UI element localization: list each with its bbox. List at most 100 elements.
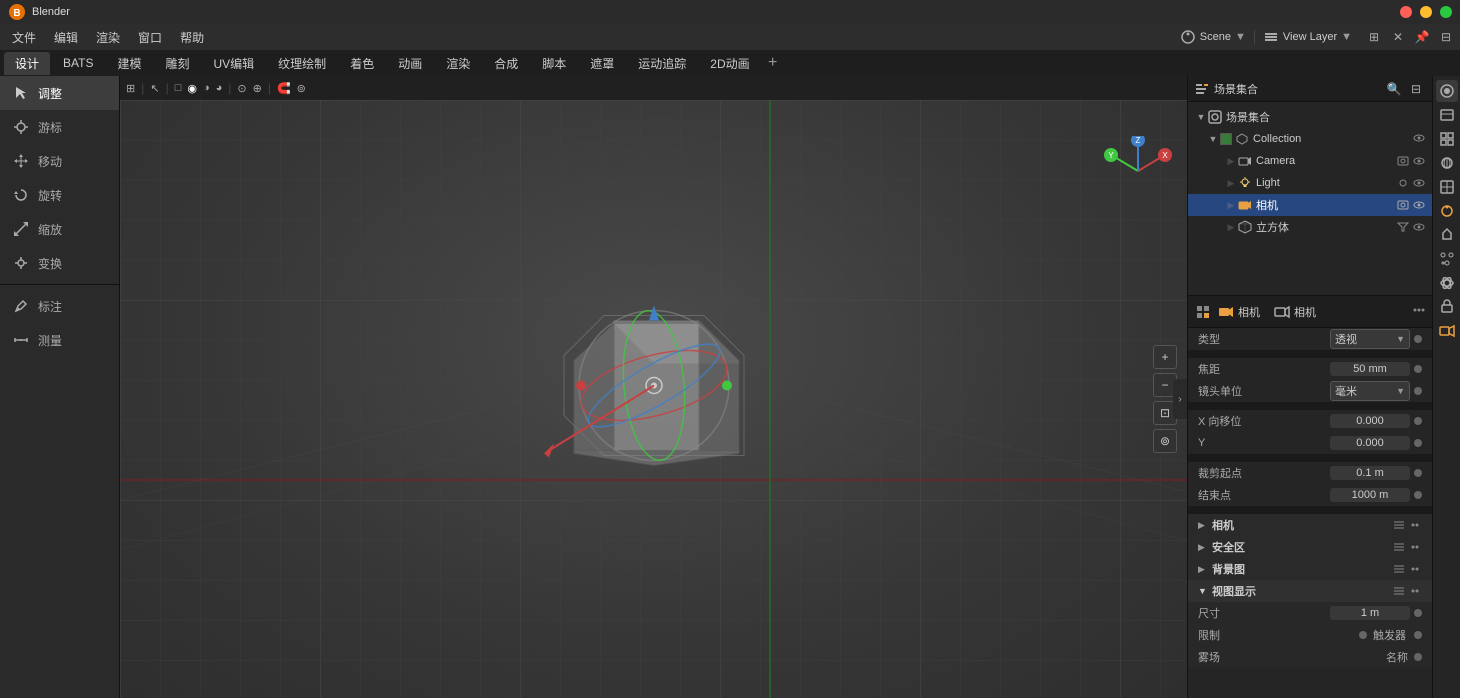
tab-design[interactable]: 设计	[4, 52, 50, 75]
zoom-in-btn[interactable]: +	[1153, 345, 1177, 369]
vp-mode-select[interactable]: ↖	[150, 82, 159, 95]
tree-item-camera[interactable]: ▶ Camera	[1188, 150, 1432, 172]
props-scene-icon[interactable]	[1194, 303, 1212, 321]
tree-item-camera2[interactable]: ▶ 相机	[1188, 194, 1432, 216]
tree-expand-camera2[interactable]: ▶	[1224, 198, 1238, 212]
props-modifier-icon-btn[interactable]	[1436, 224, 1458, 246]
tree-expand-camera[interactable]: ▶	[1224, 154, 1238, 168]
tool-move[interactable]: 移动	[0, 144, 119, 178]
props-particles-icon-btn[interactable]	[1436, 248, 1458, 270]
outliner-area-icon	[1194, 81, 1210, 97]
prop-row-clipend: 结束点 1000 m	[1188, 484, 1432, 506]
tree-item-cube[interactable]: ▶ 立方体	[1188, 216, 1432, 238]
vp-shading-solid[interactable]: ◉	[187, 82, 197, 95]
tool-cursor[interactable]: 游标	[0, 110, 119, 144]
close-area-icon[interactable]: ✕	[1388, 27, 1408, 47]
tool-transform[interactable]: 变换	[0, 246, 119, 280]
props-physics-icon-btn[interactable]	[1436, 272, 1458, 294]
pin-icon[interactable]: 📌	[1412, 27, 1432, 47]
tree-expand-icon[interactable]: ▼	[1194, 110, 1208, 124]
main-layout: 调整 游标 移动	[0, 76, 1460, 698]
menu-render[interactable]: 渲染	[88, 27, 128, 48]
menu-help[interactable]: 帮助	[172, 27, 212, 48]
tab-modeling[interactable]: 建模	[106, 52, 152, 75]
vp-proportional-btn[interactable]: ⊚	[297, 82, 306, 95]
tool-scale[interactable]: 缩放	[0, 212, 119, 246]
tree-check-collection[interactable]	[1220, 133, 1232, 145]
tool-measure-label: 测量	[38, 332, 62, 349]
clipstart-value[interactable]: 0.1 m	[1330, 466, 1410, 480]
vp-shading-lookdev[interactable]: ◑	[203, 82, 210, 94]
props-scene-icon-btn[interactable]	[1436, 152, 1458, 174]
tree-item-light[interactable]: ▶ Light	[1188, 172, 1432, 194]
section-vpdisplay-header[interactable]: ▼ 视图显示	[1188, 580, 1432, 602]
tab-bats[interactable]: BATS	[52, 53, 104, 73]
menu-window[interactable]: 窗口	[130, 27, 170, 48]
tab-motion[interactable]: 运动追踪	[627, 52, 697, 75]
vp-snap-btn[interactable]: 🧲	[277, 82, 291, 95]
vp-shading-wire[interactable]: □	[175, 82, 182, 94]
tool-measure[interactable]: 测量	[0, 323, 119, 357]
tab-shading[interactable]: 着色	[339, 52, 385, 75]
type-dropdown[interactable]: 透视 ▼	[1330, 329, 1410, 349]
tab-mask[interactable]: 遮罩	[579, 52, 625, 75]
tab-rendering[interactable]: 渲染	[435, 52, 481, 75]
props-world-icon-btn[interactable]	[1436, 176, 1458, 198]
tree-expand-collection[interactable]: ▼	[1206, 132, 1220, 146]
vp-overlay-btn[interactable]: ⊙	[237, 82, 246, 95]
tree-item-collection[interactable]: ▼ Collection	[1188, 128, 1432, 150]
sensor-dropdown[interactable]: 毫米 ▼	[1330, 381, 1410, 401]
viewport-canvas[interactable]: X Y Z + − ⊡ ⊚ ›	[120, 100, 1187, 698]
filter-icon[interactable]: ⊟	[1436, 27, 1456, 47]
props-camera-icon	[1218, 304, 1234, 320]
toggle-local-btn[interactable]: ⊚	[1153, 429, 1177, 453]
add-workspace-btn[interactable]: +	[763, 53, 783, 73]
props-data-icon-btn[interactable]	[1436, 320, 1458, 342]
focal-value[interactable]: 50 mm	[1330, 362, 1410, 376]
tab-compositing[interactable]: 合成	[483, 52, 529, 75]
props-mode-icons	[1194, 303, 1212, 321]
props-options-icon	[1412, 303, 1426, 317]
vp-shading-render[interactable]: ◕	[216, 82, 223, 94]
tab-texture[interactable]: 纹理绘制	[267, 52, 337, 75]
limit-dot[interactable]	[1359, 631, 1367, 639]
props-constraints-icon-btn[interactable]	[1436, 296, 1458, 318]
minimize-btn[interactable]	[1420, 6, 1432, 18]
section-camera-header[interactable]: ▶ 相机	[1188, 514, 1432, 536]
close-btn[interactable]	[1400, 6, 1412, 18]
shiftx-value[interactable]: 0.000	[1330, 414, 1410, 428]
fullscreen-icon[interactable]: ⊞	[1364, 27, 1384, 47]
tree-expand-light[interactable]: ▶	[1224, 176, 1238, 190]
outliner-search-btn[interactable]: 🔍	[1384, 79, 1404, 99]
clipend-value[interactable]: 1000 m	[1330, 488, 1410, 502]
menu-edit[interactable]: 编辑	[46, 27, 86, 48]
tree-expand-cube[interactable]: ▶	[1224, 220, 1238, 234]
name-dot[interactable]	[1414, 653, 1422, 661]
trigger-dot[interactable]	[1414, 631, 1422, 639]
shifty-value[interactable]: 0.000	[1330, 436, 1410, 450]
maximize-btn[interactable]	[1440, 6, 1452, 18]
section-background-header[interactable]: ▶ 背景图	[1188, 558, 1432, 580]
outliner-filter-btn[interactable]: ⊟	[1406, 79, 1426, 99]
tab-animation[interactable]: 动画	[387, 52, 433, 75]
tool-rotate[interactable]: 旋转	[0, 178, 119, 212]
viewport[interactable]: ⊞ | ↖ | □ ◉ ◑ ◕ | ⊙ ⊕ | 🧲 ⊚ 用户透视 (41) 场景…	[120, 76, 1187, 698]
props-view-icon-btn[interactable]	[1436, 128, 1458, 150]
vp-editor-type[interactable]: ⊞	[126, 82, 135, 95]
vp-gizmo-btn[interactable]: ⊕	[253, 82, 262, 95]
menu-file[interactable]: 文件	[4, 27, 44, 48]
collapse-right-btn[interactable]: ›	[1173, 379, 1187, 419]
props-render-icon-btn[interactable]	[1436, 80, 1458, 102]
tool-select[interactable]: 调整	[0, 76, 119, 110]
props-output-icon-btn[interactable]	[1436, 104, 1458, 126]
tab-uv[interactable]: UV编辑	[203, 52, 266, 75]
size-value[interactable]: 1 m	[1330, 606, 1410, 620]
section-safearea-header[interactable]: ▶ 安全区	[1188, 536, 1432, 558]
cube-filter-icon	[1396, 220, 1410, 234]
tool-annotate[interactable]: 标注	[0, 289, 119, 323]
tab-sculpting[interactable]: 雕刻	[154, 52, 200, 75]
props-object-icon-btn[interactable]	[1436, 200, 1458, 222]
tree-scene-collection[interactable]: ▼ 场景集合	[1188, 106, 1432, 128]
tab-scripting[interactable]: 脚本	[531, 52, 577, 75]
tab-2d[interactable]: 2D动画	[699, 52, 760, 75]
